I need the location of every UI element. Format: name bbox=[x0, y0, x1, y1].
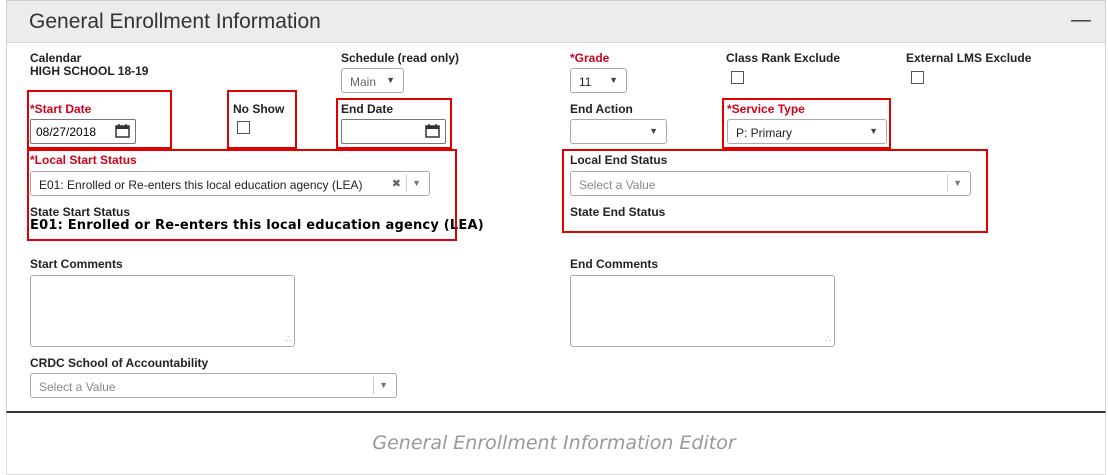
local-start-status-value: E01: Enrolled or Re-enters this local ed… bbox=[39, 178, 363, 192]
service-type-value: P: Primary bbox=[736, 126, 793, 140]
chevron-down-icon: ▼ bbox=[609, 75, 618, 85]
chevron-down-icon: ▼ bbox=[412, 178, 421, 188]
chevron-down-icon: ▼ bbox=[953, 178, 962, 188]
end-comments-label: End Comments bbox=[570, 257, 659, 271]
state-start-status-value: E01: Enrolled or Re-enters this local ed… bbox=[30, 218, 484, 233]
chevron-down-icon: ▼ bbox=[386, 75, 395, 85]
service-type-label: *Service Type bbox=[727, 102, 805, 116]
figure-caption: General Enrollment Information Editor bbox=[372, 432, 736, 454]
class-rank-exclude-label: Class Rank Exclude bbox=[726, 51, 841, 65]
select-divider bbox=[947, 175, 948, 192]
chevron-down-icon: ▼ bbox=[379, 380, 388, 390]
calendar-label: Calendar bbox=[30, 51, 82, 65]
crdc-label: CRDC School of Accountability bbox=[30, 356, 209, 370]
grade-select[interactable]: 11 ▼ bbox=[570, 68, 627, 93]
grade-label: *Grade bbox=[570, 51, 609, 65]
local-end-status-label: Local End Status bbox=[570, 153, 668, 167]
class-rank-exclude-checkbox[interactable] bbox=[731, 71, 744, 84]
local-start-status-label-text: Local Start Status bbox=[34, 153, 137, 167]
no-show-checkbox[interactable] bbox=[237, 121, 250, 134]
service-type-label-text: Service Type bbox=[731, 102, 805, 116]
chevron-down-icon: ▼ bbox=[649, 126, 658, 136]
start-comments-textarea[interactable]: ∴ bbox=[30, 275, 295, 347]
schedule-select: Main ▼ bbox=[341, 68, 404, 93]
start-date-label-text: Start Date bbox=[34, 102, 92, 116]
select-divider bbox=[373, 377, 374, 394]
chevron-down-icon: ▼ bbox=[869, 126, 878, 136]
end-action-select[interactable]: ▼ bbox=[570, 119, 667, 144]
grade-label-text: Grade bbox=[574, 51, 610, 65]
schedule-label: Schedule (read only) bbox=[341, 51, 460, 65]
state-start-status-label: State Start Status bbox=[30, 205, 131, 219]
panel-title: General Enrollment Information bbox=[29, 10, 321, 33]
end-comments-textarea[interactable]: ∴ bbox=[570, 275, 835, 347]
local-end-status-placeholder: Select a Value bbox=[579, 178, 656, 192]
calendar-icon[interactable] bbox=[115, 124, 130, 138]
no-show-label: No Show bbox=[233, 102, 285, 116]
select-divider bbox=[406, 175, 407, 192]
end-action-label: End Action bbox=[570, 102, 633, 116]
resize-grip-icon[interactable]: ∴ bbox=[285, 334, 291, 345]
state-end-status-label: State End Status bbox=[570, 205, 666, 219]
panel-header: General Enrollment Information — bbox=[7, 1, 1105, 43]
grade-value: 11 bbox=[579, 75, 592, 89]
start-date-value: 08/27/2018 bbox=[36, 125, 97, 139]
clear-icon[interactable]: ✖ bbox=[392, 177, 401, 190]
crdc-placeholder: Select a Value bbox=[39, 380, 116, 394]
external-lms-exclude-checkbox[interactable] bbox=[911, 71, 924, 84]
local-start-status-label: *Local Start Status bbox=[30, 153, 137, 167]
minus-icon[interactable]: — bbox=[1071, 9, 1091, 32]
resize-grip-icon[interactable]: ∴ bbox=[825, 334, 831, 345]
schedule-value: Main bbox=[350, 75, 377, 89]
start-date-label: *Start Date bbox=[30, 102, 91, 116]
local-end-status-select[interactable]: Select a Value ▼ bbox=[570, 171, 971, 196]
start-comments-label: Start Comments bbox=[30, 257, 123, 271]
calendar-value: HIGH SCHOOL 18-19 bbox=[30, 64, 149, 78]
crdc-select[interactable]: Select a Value ▼ bbox=[30, 373, 397, 398]
local-start-status-select[interactable]: E01: Enrolled or Re-enters this local ed… bbox=[30, 171, 430, 196]
end-date-label: End Date bbox=[341, 102, 394, 116]
external-lms-exclude-label: External LMS Exclude bbox=[906, 51, 1032, 65]
service-type-select[interactable]: P: Primary ▼ bbox=[727, 119, 887, 144]
start-date-field[interactable]: 08/27/2018 bbox=[30, 119, 136, 144]
end-date-field[interactable] bbox=[341, 119, 446, 144]
calendar-icon[interactable] bbox=[425, 124, 440, 138]
